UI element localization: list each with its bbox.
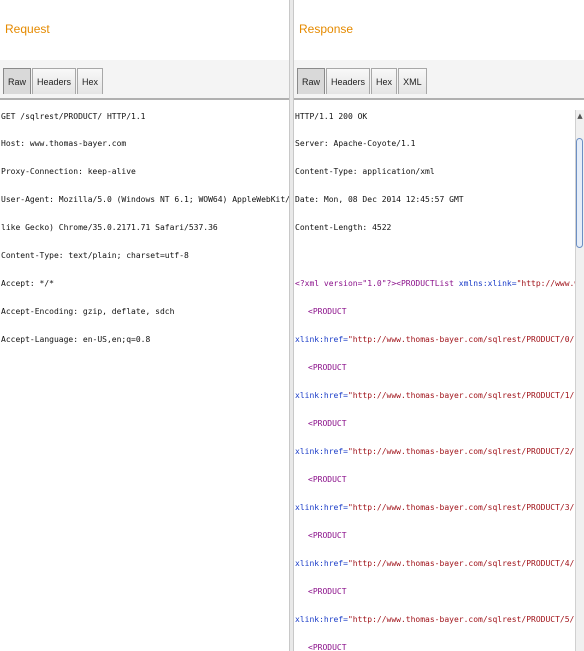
xml-product-href: "http://www.thomas-bayer.com/sqlrest/PRO… xyxy=(347,335,580,344)
xml-product-open: <PRODUCT xyxy=(308,475,347,484)
response-header-line: HTTP/1.1 200 OK xyxy=(295,112,368,121)
request-line: Content-Type: text/plain; charset=utf-8 xyxy=(1,251,189,260)
xml-product-href: "http://www.thomas-bayer.com/sqlrest/PRO… xyxy=(347,447,580,456)
xml-product-href: "http://www.thomas-bayer.com/sqlrest/PRO… xyxy=(347,391,580,400)
xml-product-attr: xlink:href= xyxy=(295,391,348,400)
response-tab-headers[interactable]: Headers xyxy=(326,68,371,94)
response-tab-raw[interactable]: Raw xyxy=(297,68,326,94)
response-header-line: Server: Apache-Coyote/1.1 xyxy=(295,139,416,148)
xml-root-tag: <PRODUCTList xyxy=(396,279,454,288)
xml-product-tag: <PRODUCT xyxy=(308,531,347,540)
xml-product-open: <PRODUCT xyxy=(308,643,347,651)
response-title: Response xyxy=(299,22,354,36)
response-header-line: Content-Type: application/xml xyxy=(295,167,435,176)
xml-product-tag: <PRODUCT xyxy=(308,419,347,428)
xml-product-open: <PRODUCT xyxy=(308,307,347,316)
xml-product-open: <PRODUCT xyxy=(308,363,347,372)
xml-product-tag: <PRODUCT xyxy=(308,363,347,372)
request-tab-hex[interactable]: Hex xyxy=(77,68,104,94)
request-tabbar: Raw Headers Hex xyxy=(0,60,289,100)
xml-product-attr: xlink:href= xyxy=(295,447,348,456)
response-panel: Response Raw Headers Hex XML HTTP/1.1 20… xyxy=(294,0,584,651)
request-editor[interactable]: GET /sqlrest/PRODUCT/ HTTP/1.1 Host: www… xyxy=(0,110,289,651)
xml-product-href: "http://www.thomas-bayer.com/sqlrest/PRO… xyxy=(347,503,580,512)
request-line: GET /sqlrest/PRODUCT/ HTTP/1.1 xyxy=(1,112,146,121)
response-header-line: Content-Length: 4522 xyxy=(295,223,392,232)
xml-product-tag: <PRODUCT xyxy=(308,643,347,651)
xml-product-open: <PRODUCT xyxy=(308,419,347,428)
request-tab-raw[interactable]: Raw xyxy=(3,68,32,94)
response-scrollbar[interactable]: ▲ xyxy=(575,110,584,651)
xml-product-open: <PRODUCT xyxy=(308,587,347,596)
xml-product-attr: xlink:href= xyxy=(295,503,348,512)
xml-product-href: "http://www.thomas-bayer.com/sqlrest/PRO… xyxy=(347,615,580,624)
xml-root-value: "http://www.w3.org/1999/xlink"> xyxy=(516,279,584,288)
xml-product-tag: <PRODUCT xyxy=(308,307,347,316)
xml-root-line: <?xml version="1.0"?><PRODUCTList xmlns:… xyxy=(295,279,584,288)
response-editor[interactable]: HTTP/1.1 200 OK Server: Apache-Coyote/1.… xyxy=(294,110,584,651)
xml-product-open: <PRODUCT xyxy=(308,531,347,540)
xml-product-href: "http://www.thomas-bayer.com/sqlrest/PRO… xyxy=(347,559,580,568)
xml-product-line: xlink:href="http://www.thomas-bayer.com/… xyxy=(295,391,584,400)
response-header-line: Date: Mon, 08 Dec 2014 12:45:57 GMT xyxy=(295,195,464,204)
xml-decl: <?xml version="1.0"?> xyxy=(295,279,397,288)
scroll-up-icon[interactable]: ▲ xyxy=(576,110,584,122)
request-line: User-Agent: Mozilla/5.0 (Windows NT 6.1;… xyxy=(1,195,289,204)
request-line: Accept-Encoding: gzip, deflate, sdch xyxy=(1,307,175,316)
xml-product-tag: <PRODUCT xyxy=(308,587,347,596)
request-panel: Request Raw Headers Hex GET /sqlrest/PRO… xyxy=(0,0,289,651)
response-tabbar: Raw Headers Hex XML xyxy=(294,60,584,100)
request-line: Host: www.thomas-bayer.com xyxy=(1,139,127,148)
request-line: Accept-Language: en-US,en;q=0.8 xyxy=(1,335,151,344)
xml-product-attr: xlink:href= xyxy=(295,615,348,624)
xml-product-attr: xlink:href= xyxy=(295,559,348,568)
request-tab-headers[interactable]: Headers xyxy=(32,68,77,94)
response-tab-hex[interactable]: Hex xyxy=(371,68,398,94)
scroll-thumb[interactable] xyxy=(576,138,583,248)
xml-product-attr: xlink:href= xyxy=(295,335,348,344)
xml-product-line: xlink:href="http://www.thomas-bayer.com/… xyxy=(295,559,584,568)
xml-root-attr: xmlns:xlink= xyxy=(453,279,517,288)
request-line: like Gecko) Chrome/35.0.2171.71 Safari/5… xyxy=(1,223,218,232)
response-tab-xml[interactable]: XML xyxy=(398,68,427,94)
request-line: Proxy-Connection: keep-alive xyxy=(1,167,136,176)
xml-product-tag: <PRODUCT xyxy=(308,475,347,484)
xml-product-line: xlink:href="http://www.thomas-bayer.com/… xyxy=(295,615,584,624)
xml-product-line: xlink:href="http://www.thomas-bayer.com/… xyxy=(295,335,584,344)
request-line: Accept: */* xyxy=(1,279,54,288)
xml-product-line: xlink:href="http://www.thomas-bayer.com/… xyxy=(295,503,584,512)
xml-product-line: xlink:href="http://www.thomas-bayer.com/… xyxy=(295,447,584,456)
request-title: Request xyxy=(5,22,50,36)
